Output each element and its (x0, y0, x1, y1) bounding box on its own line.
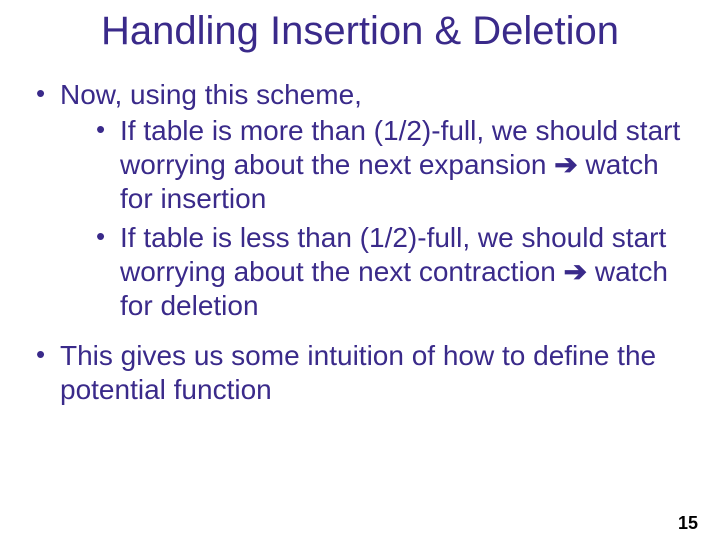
outer-list: Now, using this scheme, If table is more… (36, 78, 684, 407)
inner-list: If table is more than (1/2)-full, we sho… (60, 114, 684, 323)
right-arrow-icon: ➔ (564, 256, 587, 287)
bullet-now: Now, using this scheme, If table is more… (36, 78, 684, 323)
slide-title: Handling Insertion & Deletion (0, 8, 720, 54)
bullet-intuition: This gives us some intuition of how to d… (36, 339, 684, 407)
slide: Handling Insertion & Deletion Now, using… (0, 8, 720, 540)
slide-body: Now, using this scheme, If table is more… (0, 78, 720, 407)
bullet-contraction: If table is less than (1/2)-full, we sho… (96, 221, 684, 323)
bullet-expansion: If table is more than (1/2)-full, we sho… (96, 114, 684, 216)
page-number: 15 (678, 513, 698, 534)
right-arrow-icon: ➔ (554, 149, 577, 180)
bullet-now-text: Now, using this scheme, (60, 79, 362, 110)
bullet-intuition-text: This gives us some intuition of how to d… (60, 340, 656, 405)
